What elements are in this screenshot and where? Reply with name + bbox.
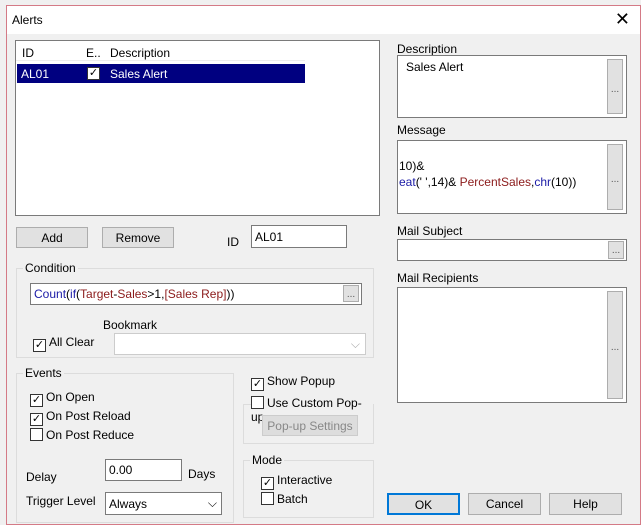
dialog-title: Alerts — [12, 13, 43, 27]
events-group: Events ✓ On Open ✓ On Post Reload On Post … — [16, 366, 234, 523]
mode-label: Mode — [250, 453, 285, 467]
bookmark-select[interactable]: ⌵ — [114, 333, 366, 355]
trigger-level-select[interactable]: Always ⌵ — [105, 492, 222, 515]
batch-checkbox[interactable]: Batch — [261, 492, 308, 506]
id-input[interactable]: AL01 — [251, 225, 347, 248]
condition-label: Condition — [23, 261, 78, 275]
mode-group: Mode ✓ Interactive Batch — [243, 453, 374, 518]
remove-button[interactable]: Remove — [102, 227, 174, 248]
chevron-down-icon: ⌵ — [207, 496, 217, 510]
row-id: AL01 — [21, 67, 50, 81]
custom-popup-group: Use Custom Pop-up Pop-up Settings — [243, 396, 374, 444]
mail-subject-input[interactable]: ... — [397, 239, 627, 261]
delay-label: Delay — [26, 470, 57, 484]
title-bar: Alerts ✕ — [7, 6, 640, 34]
cancel-button[interactable]: Cancel — [468, 493, 541, 515]
days-label: Days — [188, 467, 216, 481]
message-ellipsis-button[interactable]: ... — [607, 144, 623, 210]
list-header: ID E.. Description — [16, 41, 305, 61]
row-enabled-checkbox[interactable]: ✓ — [87, 67, 100, 80]
bookmark-label: Bookmark — [103, 318, 158, 332]
show-popup-checkbox[interactable]: ✓ Show Popup — [251, 374, 335, 391]
message-label: Message — [397, 123, 446, 137]
add-button[interactable]: Add — [16, 227, 88, 248]
condition-group: Condition Count(if(Target-Sales>1,[Sales… — [16, 261, 374, 358]
interactive-checkbox[interactable]: ✓ Interactive — [261, 473, 332, 490]
delay-input[interactable]: 0.00 — [105, 459, 182, 481]
popup-settings-button[interactable]: Pop-up Settings — [262, 415, 358, 436]
mail-recipients-input[interactable]: ... — [397, 287, 627, 403]
description-input[interactable]: Sales Alert... — [397, 55, 627, 118]
mail-subject-label: Mail Subject — [397, 224, 463, 238]
on-open-checkbox[interactable]: ✓ On Open — [30, 390, 95, 407]
chevron-down-icon: ⌵ — [350, 337, 360, 351]
ok-button[interactable]: OK — [387, 493, 460, 515]
trigger-level-label: Trigger Level — [26, 494, 96, 508]
id-label: ID — [227, 235, 239, 249]
description-label: Description — [397, 42, 458, 56]
col-id[interactable]: ID — [22, 46, 34, 60]
events-label: Events — [23, 366, 64, 380]
help-button[interactable]: Help — [549, 493, 622, 515]
mail-recipients-ellipsis-button[interactable]: ... — [607, 291, 623, 399]
message-input[interactable]: 10)& eat(' ',14)& PercentSales,chr(10)) … — [397, 140, 627, 214]
on-post-reload-checkbox[interactable]: ✓ On Post Reload — [30, 409, 131, 426]
on-post-reduce-checkbox[interactable]: On Post Reduce — [30, 428, 134, 442]
condition-ellipsis-button[interactable]: ... — [343, 285, 359, 302]
row-description: Sales Alert — [110, 67, 168, 81]
description-ellipsis-button[interactable]: ... — [607, 59, 623, 114]
col-description[interactable]: Description — [110, 46, 170, 60]
condition-input[interactable]: Count(if(Target-Sales>1,[Sales Rep])) ..… — [30, 283, 362, 305]
mail-subject-ellipsis-button[interactable]: ... — [608, 241, 624, 259]
all-clear-checkbox[interactable]: ✓ All Clear — [33, 335, 94, 352]
alerts-dialog: Alerts ✕ ID E.. Description AL01 ✓ Sales… — [6, 5, 641, 525]
col-enabled[interactable]: E.. — [86, 46, 101, 60]
mail-recipients-label: Mail Recipients — [397, 271, 479, 285]
table-row[interactable]: AL01 ✓ Sales Alert — [17, 64, 305, 83]
alerts-list[interactable]: ID E.. Description AL01 ✓ Sales Alert — [15, 40, 380, 216]
close-icon[interactable]: ✕ — [615, 9, 630, 30]
